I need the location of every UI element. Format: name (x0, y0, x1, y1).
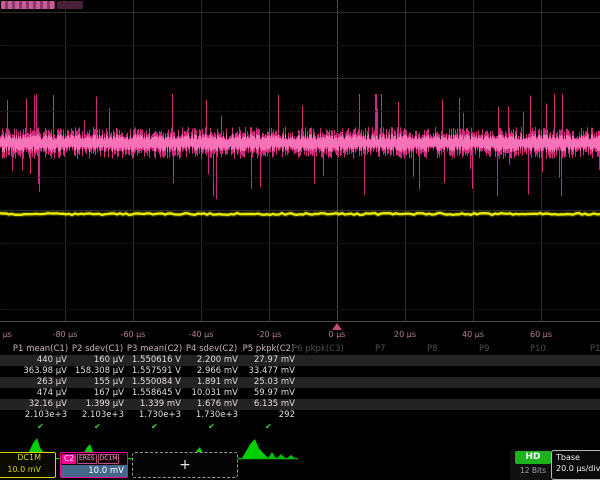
timebase-descriptor[interactable]: Tbase 20.0 µs/div (551, 450, 600, 480)
time-axis-label: -20 µs (257, 330, 282, 339)
measurement-max: 1.558645 V (126, 388, 183, 399)
time-axis-label: -60 µs (121, 330, 146, 339)
measurement-num: 292 (240, 410, 297, 421)
acquisition-hd-panel[interactable]: HD 12 Bits (510, 450, 556, 480)
measurement-mean: 33.477 mV (240, 366, 297, 377)
grid-minor-dots (0, 243, 600, 244)
measurement-num: 1.730e+3 (126, 410, 183, 421)
table-row: 474 µV167 µV1.558645 V10.031 mV59.97 mV (0, 388, 600, 399)
c1-scale-label: 10.0 mV (0, 465, 55, 477)
time-axis-label: 20 µs (394, 330, 416, 339)
trace-annotation-badge (1, 1, 55, 9)
time-axis-label: -100 µs (0, 330, 12, 339)
measurement-sdev: 6.135 mV (240, 399, 297, 410)
measurement-num: 1.730e+3 (183, 410, 240, 421)
trace-annotation-badge-2 (57, 1, 83, 9)
add-trace-button[interactable]: + (132, 452, 238, 478)
histicon-tail (287, 455, 295, 458)
c2-scale-label: 10.0 mV (61, 465, 127, 478)
parameter-header-inactive[interactable]: P8 (427, 344, 438, 355)
measurement-max: 474 µV (12, 388, 69, 399)
c2-channel-badge: C2 (62, 454, 76, 464)
measurement-min: 1.550084 V (126, 377, 183, 388)
timebase-label: Tbase (552, 451, 600, 462)
time-axis-label: 60 µs (530, 330, 552, 339)
trigger-delay-marker-icon[interactable] (332, 323, 342, 330)
time-axis-label: 0 µs (329, 330, 346, 339)
measurement-max: 10.031 mV (183, 388, 240, 399)
parameter-header[interactable]: P5 pkpk(C2) (240, 344, 297, 355)
measurement-min: 263 µV (12, 377, 69, 388)
measurement-sdev: 1.676 mV (183, 399, 240, 410)
measurement-mean: 363.98 µV (12, 366, 69, 377)
table-row: 32.16 µV1.399 µV1.339 mV1.676 mV6.135 mV (0, 399, 600, 410)
parameter-header-inactive[interactable]: P9 (479, 344, 490, 355)
table-row: 363.98 µV158.308 µV1.557591 V2.966 mV33.… (0, 366, 600, 377)
measurement-num: 2.103e+3 (12, 410, 69, 421)
parameter-header-inactive[interactable]: P11 (590, 344, 600, 355)
table-row: 2.103e+32.103e+31.730e+31.730e+3292 (0, 410, 600, 421)
parameter-header-inactive[interactable]: P7 (375, 344, 386, 355)
channel-c2-descriptor[interactable]: C2 ERES DC1M 10.0 mV (60, 452, 128, 478)
time-axis-label: 40 µs (462, 330, 484, 339)
parameter-header-inactive[interactable]: P6 pkpk(C3) (292, 344, 344, 355)
time-axis-label: -80 µs (53, 330, 78, 339)
measurement-mean: 1.557591 V (126, 366, 183, 377)
measurement-min: 155 µV (69, 377, 126, 388)
measurement-sdev: 32.16 µV (12, 399, 69, 410)
grid-minor-dots (0, 309, 600, 310)
grid-minor-dots (0, 111, 600, 112)
c2-coupling-badge: DC1M (98, 454, 120, 464)
measurement-max: 167 µV (69, 388, 126, 399)
bit-resolution-label: 12 Bits (510, 466, 556, 475)
measurement-value: 160 µV (69, 355, 126, 366)
grid-minor-dots (0, 45, 600, 46)
measurement-value: 1.550616 V (126, 355, 183, 366)
hd-badge: HD (515, 451, 551, 464)
table-row: P1 mean(C1)P2 sdev(C1)P3 mean(C2)P4 sdev… (0, 344, 600, 355)
measurement-min: 1.891 mV (183, 377, 240, 388)
measurement-max: 59.97 mV (240, 388, 297, 399)
measurement-value: 27.97 mV (240, 355, 297, 366)
measurement-mean: 158.308 µV (69, 366, 126, 377)
measurement-value: 2.200 mV (183, 355, 240, 366)
c2-eres-badge: ERES (77, 454, 97, 464)
waveform-grid[interactable] (0, 0, 600, 322)
measurement-sdev: 1.339 mV (126, 399, 183, 410)
time-axis: -100 µs -80 µs -60 µs -40 µs -20 µs 0 µs 20 µs… (0, 322, 600, 344)
measure-table: P1 mean(C1)P2 sdev(C1)P3 mean(C2)P4 sdev… (0, 344, 600, 432)
c2-trace[interactable] (0, 0, 600, 322)
measurement-mean: 2.966 mV (183, 366, 240, 377)
measurement-sdev: 1.399 µV (69, 399, 126, 410)
parameter-header[interactable]: P4 sdev(C2) (183, 344, 240, 355)
channel-c1-descriptor[interactable]: DC1M 10.0 mV (0, 452, 56, 478)
oscilloscope-screen: -100 µs -80 µs -60 µs -40 µs -20 µs 0 µs 20 µs… (0, 0, 600, 480)
parameter-header-inactive[interactable]: P10 (530, 344, 546, 355)
table-row: 440 µV160 µV1.550616 V2.200 mV27.97 mV (0, 355, 600, 366)
histicon-tail (277, 454, 285, 458)
measurement-value: 440 µV (12, 355, 69, 366)
measurement-num: 2.103e+3 (69, 410, 126, 421)
parameter-header[interactable]: P1 mean(C1) (12, 344, 69, 355)
timebase-scale-label: 20.0 µs/div (552, 462, 600, 473)
measurement-min: 25.03 mV (240, 377, 297, 388)
time-axis-label: -40 µs (189, 330, 214, 339)
parameter-header[interactable]: P3 mean(C2) (126, 344, 183, 355)
parameter-histicon[interactable] (242, 439, 268, 458)
grid-minor-dots (0, 177, 600, 178)
c1-coupling-label: DC1M (0, 453, 55, 465)
table-row: 263 µV155 µV1.550084 V1.891 mV25.03 mV (0, 377, 600, 388)
histicon-tail (268, 452, 276, 458)
parameter-header[interactable]: P2 sdev(C1) (69, 344, 126, 355)
